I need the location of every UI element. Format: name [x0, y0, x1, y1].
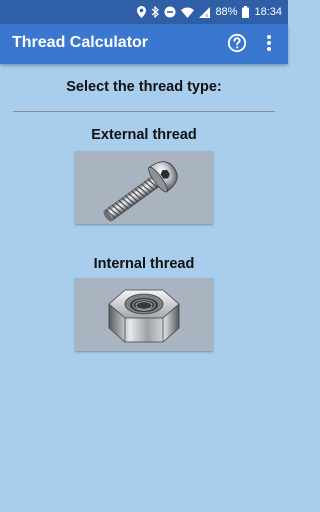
- external-thread-button[interactable]: [75, 151, 213, 224]
- external-thread-label: External thread: [91, 127, 197, 143]
- overflow-menu-button[interactable]: [262, 32, 276, 54]
- do-not-disturb-icon: [164, 6, 176, 18]
- nut-icon: [108, 289, 180, 343]
- status-icons: x 88% 18:34: [137, 0, 282, 24]
- divider: [13, 111, 275, 112]
- section-heading: Select the thread type:: [66, 79, 222, 95]
- battery-icon: [242, 6, 250, 18]
- help-icon: [227, 33, 247, 53]
- bolt-icon: [103, 161, 178, 222]
- app-bar: Thread Calculator: [0, 24, 288, 64]
- bluetooth-icon: [151, 6, 160, 18]
- help-button[interactable]: [227, 33, 247, 53]
- status-time: 18:34: [254, 6, 282, 18]
- internal-thread-label: Internal thread: [93, 256, 195, 272]
- battery-percent: 88%: [215, 6, 238, 18]
- internal-thread-button[interactable]: [75, 278, 213, 351]
- status-bar: x 88% 18:34: [0, 0, 288, 24]
- more-vert-icon: [267, 35, 271, 51]
- location-icon: [137, 6, 147, 18]
- signal-icon: x: [199, 6, 211, 18]
- wifi-icon: [181, 7, 195, 18]
- app-title: Thread Calculator: [12, 34, 149, 51]
